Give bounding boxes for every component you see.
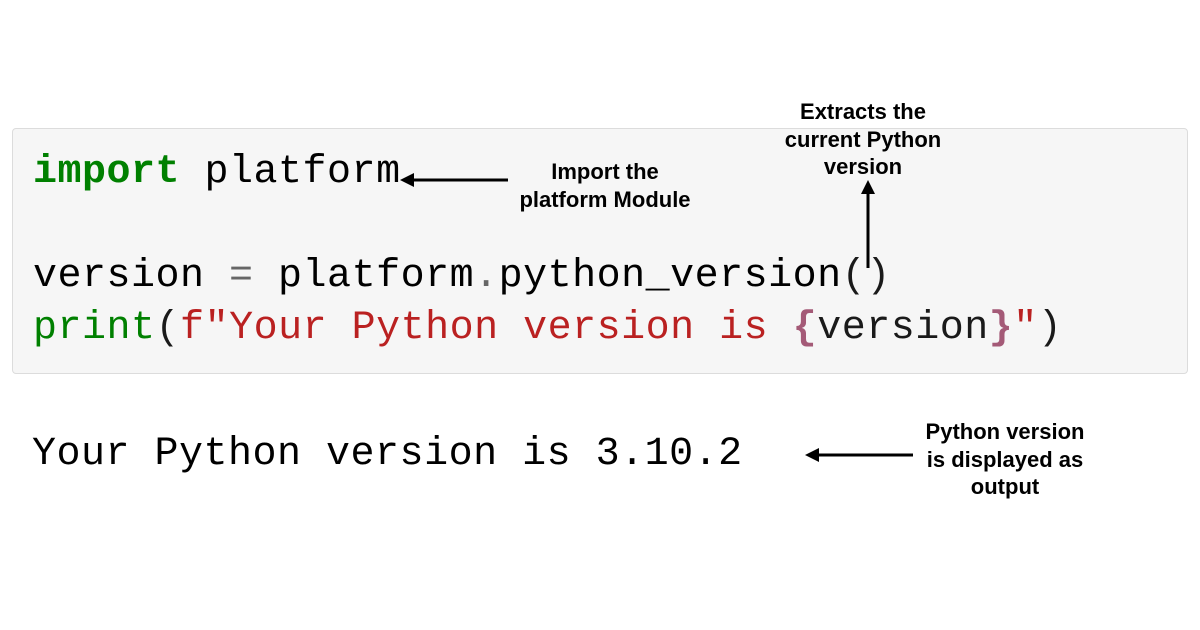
annotation-import: Import theplatform Module	[510, 158, 700, 213]
code-line-3: print(f"Your Python version is {version}…	[33, 303, 1167, 355]
code-line-2: version = platform.python_version()	[33, 251, 1167, 303]
annotation-extract: Extracts thecurrent Pythonversion	[768, 98, 958, 181]
equals-operator: =	[229, 254, 254, 299]
arrow-left-icon	[805, 445, 915, 465]
fstring-close-brace: }	[989, 306, 1014, 351]
string-text: Your Python version is	[229, 306, 793, 351]
fstring-open-brace: {	[793, 306, 818, 351]
dot-operator: .	[474, 254, 499, 299]
output-text: Your Python version is 3.10.2	[32, 432, 743, 477]
module-ref: platform	[254, 254, 475, 299]
function-name: python_version	[499, 254, 842, 299]
open-paren: (	[156, 306, 181, 351]
variable-name: version	[33, 254, 229, 299]
print-builtin: print	[33, 306, 156, 351]
arrow-up-icon	[858, 180, 878, 270]
string-quote-close: "	[1013, 306, 1038, 351]
arrow-left-icon	[400, 170, 510, 190]
f-prefix: f	[180, 306, 205, 351]
keyword-import: import	[33, 150, 180, 195]
fstring-variable: version	[817, 306, 989, 351]
module-name: platform	[180, 150, 401, 195]
close-paren: )	[1038, 306, 1063, 351]
string-quote-open: "	[205, 306, 230, 351]
annotation-output: Python versionis displayed asoutput	[910, 418, 1100, 501]
